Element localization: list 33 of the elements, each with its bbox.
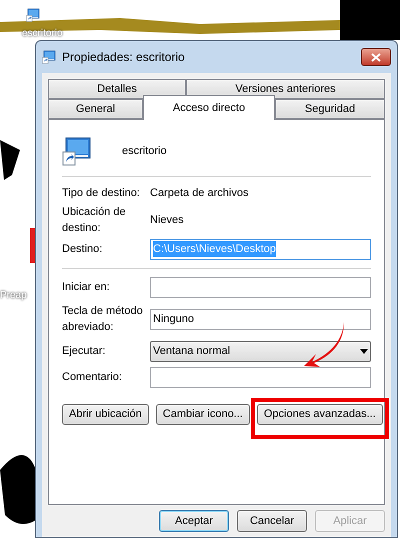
- action-button[interactable]: Opciones avanzadas...: [256, 404, 383, 424]
- dialog-button[interactable]: Cancelar: [237, 510, 307, 532]
- dropdown[interactable]: Ventana normal: [150, 340, 371, 362]
- info-label: Ubicación de destino:: [62, 204, 127, 236]
- info-label: Tipo de destino:: [62, 186, 141, 201]
- text-field[interactable]: [150, 366, 371, 388]
- action-button[interactable]: Abrir ubicación: [62, 404, 149, 424]
- field-label: Tecla de método abreviado:: [62, 304, 144, 335]
- text-field[interactable]: [150, 276, 371, 298]
- tab[interactable]: Seguridad: [275, 99, 385, 119]
- shortcut-monitor-icon: [26, 8, 40, 22]
- tab[interactable]: Acceso directo: [143, 95, 275, 120]
- tab[interactable]: Versiones anteriores: [186, 79, 385, 99]
- action-button[interactable]: Cambiar icono...: [156, 404, 250, 424]
- field-label: Iniciar en:: [62, 280, 111, 295]
- desktop-icon-label[interactable]: escritorio: [22, 26, 63, 41]
- tab[interactable]: Detalles: [48, 79, 186, 99]
- shortcut-monitor-icon: [62, 136, 92, 166]
- info-value: Carpeta de archivos: [150, 186, 248, 201]
- info-value: Nieves: [150, 212, 184, 228]
- tab[interactable]: General: [48, 99, 143, 119]
- desktop-icon-label[interactable]: Preap: [0, 288, 27, 303]
- shortcut-name: escritorio: [122, 144, 167, 159]
- text-field[interactable]: Ninguno: [150, 308, 371, 330]
- field-label: Comentario:: [62, 370, 123, 385]
- dialog-button[interactable]: Aceptar: [159, 510, 229, 532]
- window-title: Propiedades: escritorio: [62, 49, 186, 66]
- close-button[interactable]: [361, 48, 391, 66]
- shortcut-monitor-icon: [42, 50, 56, 64]
- field-label: Ejecutar:: [62, 344, 106, 359]
- caret-icon: [360, 348, 368, 354]
- field-label: Destino:: [62, 242, 104, 257]
- close-icon: [371, 52, 381, 62]
